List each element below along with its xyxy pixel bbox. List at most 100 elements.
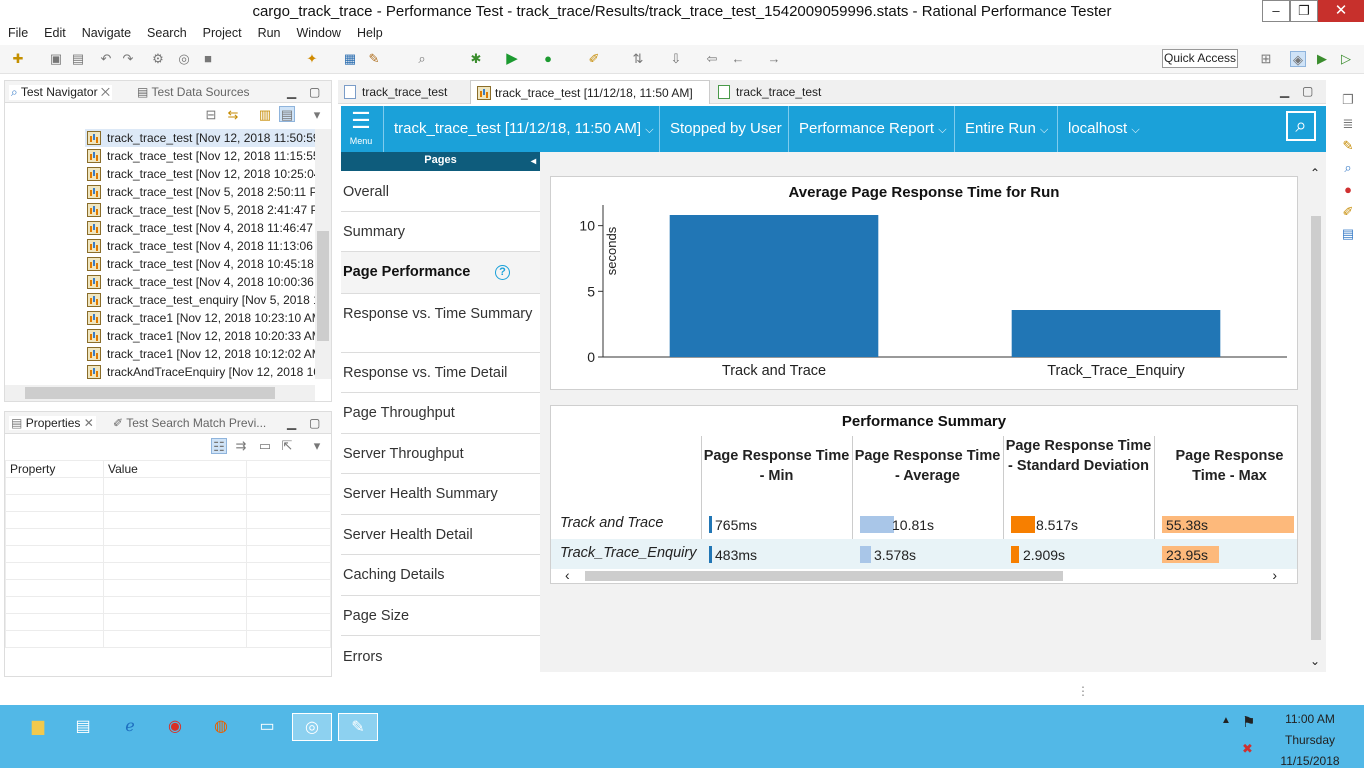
editor-tab-report[interactable]: track_trace_test [11/12/18, 11:50 AM] ✕ (470, 80, 710, 124)
test-perspective-icon[interactable]: ▶ (1314, 51, 1330, 67)
drag-handle-icon[interactable]: ⋮ (1077, 684, 1089, 698)
collapse-panel-icon[interactable]: ◂ (531, 154, 536, 170)
image-icon[interactable]: ▦ (342, 51, 358, 67)
internet-explorer-icon[interactable]: ℯ (110, 713, 150, 741)
properties-tab[interactable]: ▤ Properties ✕ (9, 416, 96, 430)
nav-response-vs-time-detail[interactable]: Response vs. Time Detail (341, 353, 540, 393)
nav-page-size[interactable]: Page Size (341, 596, 540, 636)
menu-file[interactable]: File (0, 24, 36, 42)
nav-summary[interactable]: Summary (341, 212, 540, 252)
open-perspective-icon[interactable]: ⊞ (1258, 51, 1274, 67)
app-icon[interactable]: ▭ (247, 713, 287, 741)
tree-view-icon[interactable]: ▤ (279, 106, 295, 122)
external-tools-icon[interactable]: ✐ (586, 51, 602, 67)
nav-response-vs-time-summary[interactable]: Response vs. Time Summary (341, 294, 540, 353)
next-annotation-icon[interactable]: ⇩ (668, 51, 684, 67)
nav-page-performance[interactable]: Page Performance? (341, 252, 540, 294)
editor-tab-test[interactable]: track_trace_test (338, 80, 468, 104)
nav-server-throughput[interactable]: Server Throughput (341, 434, 540, 474)
restore-default-icon[interactable]: ▭ (257, 438, 273, 454)
search-tool-icon[interactable]: ⌕ (414, 51, 430, 67)
close-button[interactable]: ✕ (1318, 0, 1364, 22)
new-test-icon[interactable]: ✦ (304, 51, 320, 67)
summary-horizontal-scrollbar[interactable]: ‹ › (561, 567, 1289, 583)
nav-page-throughput[interactable]: Page Throughput (341, 393, 540, 434)
menu-search[interactable]: Search (139, 24, 195, 42)
report-selector[interactable]: Performance Report ⌵ (788, 106, 954, 152)
collapse-all-icon[interactable]: ⊟ (203, 107, 219, 123)
minimize-icon[interactable]: ▁ (287, 416, 296, 430)
list-item[interactable]: track_trace_test [Nov 4, 2018 11:46:47 A… (85, 219, 315, 237)
tasks-icon[interactable]: ✐ (1340, 204, 1356, 220)
server-manager-icon[interactable]: ▤ (63, 713, 103, 741)
menu-help[interactable]: Help (349, 24, 391, 42)
list-item[interactable]: track_trace_test [Nov 5, 2018 2:50:11 PM (85, 183, 315, 201)
scroll-up-icon[interactable]: ⌃ (1310, 166, 1320, 180)
stop-icon[interactable]: ■ (200, 51, 216, 67)
list-item[interactable]: track_trace_test [Nov 4, 2018 10:45:18 A… (85, 255, 315, 273)
list-item[interactable]: track_trace_test_enquiry [Nov 5, 2018 1: (85, 291, 315, 309)
tool-icon[interactable]: ⚙ (150, 51, 166, 67)
nav-server-health-summary[interactable]: Server Health Summary (341, 474, 540, 515)
scroll-left-icon[interactable]: ‹ (565, 567, 570, 583)
minimize-icon[interactable]: ▁ (1280, 84, 1289, 98)
menu-window[interactable]: Window (289, 24, 349, 42)
value-column-header[interactable]: Value (103, 460, 247, 478)
maximize-icon[interactable]: ▢ (309, 85, 320, 99)
maximize-icon[interactable]: ▢ (1302, 84, 1313, 98)
nav-overall[interactable]: Overall (341, 172, 540, 212)
debug-icon[interactable]: ✱ (468, 51, 484, 67)
save-all-icon[interactable]: ▤ (70, 51, 86, 67)
categories-icon[interactable]: ☷ (211, 438, 227, 454)
system-clock[interactable]: 11:00 AM Thursday 11/15/2018 (1270, 709, 1350, 772)
minimize-button[interactable]: – (1262, 0, 1290, 22)
range-selector[interactable]: Entire Run ⌵ (954, 106, 1057, 152)
navigator-vertical-scrollbar[interactable] (315, 129, 331, 379)
help-icon[interactable]: ? (495, 265, 510, 280)
property-column-header[interactable]: Property (5, 460, 104, 478)
notepad-taskbar-icon[interactable]: ✎ (338, 713, 378, 741)
back-icon[interactable]: ← (730, 51, 746, 67)
list-item[interactable]: track_trace1 [Nov 12, 2018 10:12:02 AM] (85, 345, 315, 363)
test-search-match-tab[interactable]: ✐ Test Search Match Previ... (113, 416, 266, 430)
forward-icon[interactable]: → (766, 51, 782, 67)
list-item[interactable]: trackAndTraceEnquiry [Nov 12, 2018 10 (85, 363, 315, 379)
menu-navigate[interactable]: Navigate (74, 24, 139, 42)
minimize-icon[interactable]: ▁ (287, 85, 296, 99)
close-icon[interactable]: ✕ (101, 85, 110, 99)
navigator-horizontal-scrollbar[interactable] (5, 385, 315, 401)
table-row[interactable]: Track_Trace_Enquiry 483ms 3.578s 2.909s … (551, 539, 1297, 569)
nav-errors[interactable]: Errors (341, 636, 540, 678)
view-menu-icon[interactable]: ▾ (309, 107, 325, 123)
edit-icon[interactable]: ✎ (1340, 138, 1356, 154)
editor-tab-test-2[interactable]: track_trace_test (712, 80, 842, 104)
console-icon[interactable]: ▤ (1340, 226, 1356, 242)
list-item[interactable]: track_trace_test [Nov 4, 2018 10:00:36 A… (85, 273, 315, 291)
redo-icon[interactable]: ↷ (120, 51, 136, 67)
filter-icon[interactable]: ▥ (257, 107, 273, 123)
test-navigator-tab[interactable]: ⌕ Test Navigator ✕ (9, 85, 113, 100)
test-data-sources-tab[interactable]: ▤ Test Data Sources (137, 85, 250, 99)
scroll-down-icon[interactable]: ⌄ (1310, 654, 1320, 668)
menu-button[interactable]: ☰ Menu (347, 110, 375, 147)
view-menu-icon[interactable]: ▾ (309, 438, 325, 454)
restore-icon[interactable]: ❐ (1340, 92, 1356, 108)
menu-project[interactable]: Project (195, 24, 250, 42)
rational-performance-tester-taskbar-icon[interactable]: ◎ (292, 713, 332, 741)
host-selector[interactable]: localhost ⌵ (1057, 106, 1149, 152)
scrollbar-thumb[interactable] (1311, 216, 1321, 640)
network-error-icon[interactable]: ✖ (1242, 741, 1253, 757)
scrollbar-thumb[interactable] (585, 571, 1063, 581)
list-item[interactable]: track_trace_test [Nov 12, 2018 10:25:04 … (85, 165, 315, 183)
menu-edit[interactable]: Edit (36, 24, 74, 42)
table-row[interactable]: Track and Trace 765ms 10.81s 8.517s 55.3… (551, 508, 1297, 539)
close-icon[interactable]: ✕ (84, 416, 94, 430)
run-history-icon[interactable]: ◎ (176, 51, 192, 67)
chrome-icon[interactable]: ◉ (155, 713, 195, 741)
maximize-icon[interactable]: ▢ (309, 416, 320, 430)
firefox-icon[interactable]: ◍ (201, 713, 241, 741)
run-selector[interactable]: track_trace_test [11/12/18, 11:50 AM] ⌵ (383, 106, 660, 152)
link-editor-icon[interactable]: ⇆ (225, 107, 241, 123)
scrollbar-thumb[interactable] (25, 387, 275, 399)
outline-icon[interactable]: ≣ (1340, 116, 1356, 132)
